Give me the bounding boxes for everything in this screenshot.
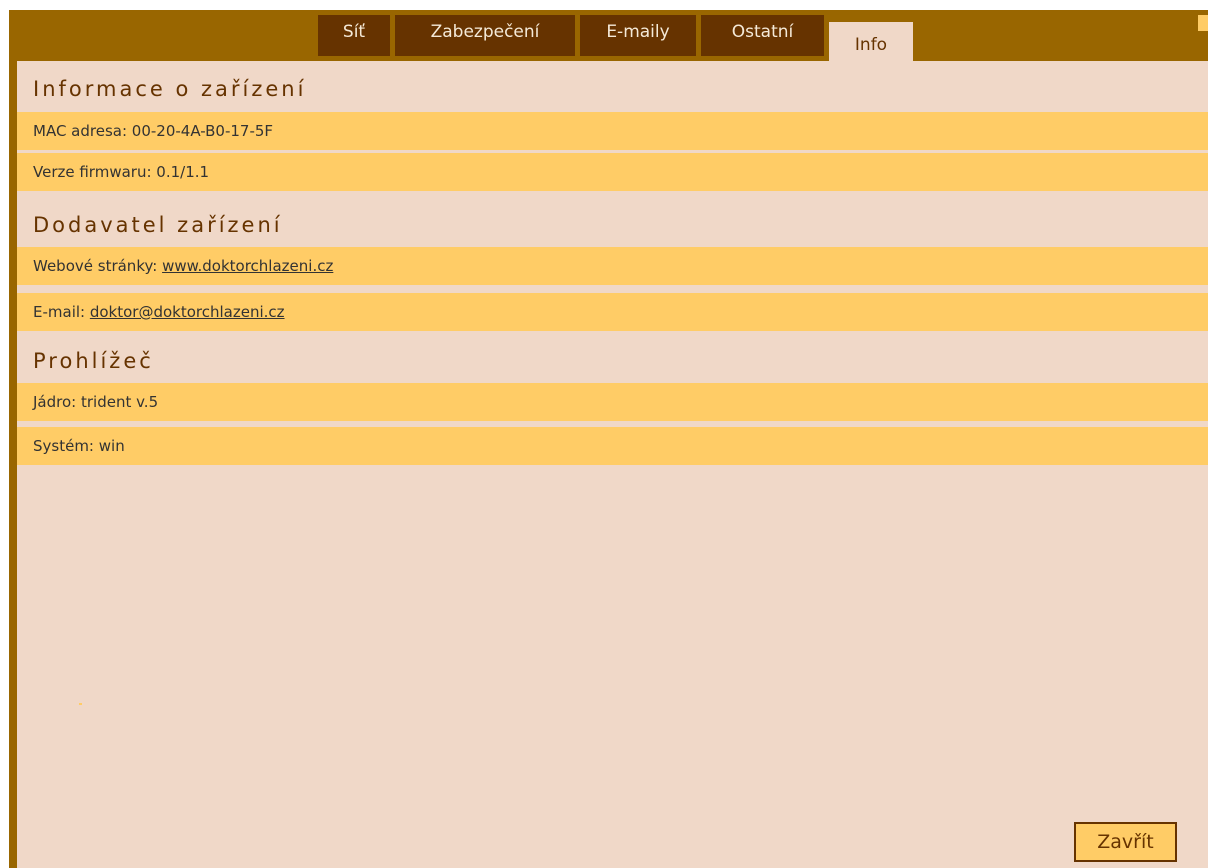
email-link[interactable]: doktor@doktorchlazeni.cz [90, 303, 285, 321]
website-row: Webové stránky: www.doktorchlazeni.cz [17, 247, 1208, 285]
engine-row: Jádro: trident v.5 [17, 383, 1208, 421]
tab-ostatni[interactable]: Ostatní [701, 15, 824, 56]
section-title-device: Informace o zařízení [33, 77, 307, 101]
email-row: E-mail: doktor@doktorchlazeni.cz [17, 293, 1208, 331]
decorative-speck [79, 703, 82, 705]
firmware-row: Verze firmwaru: 0.1/1.1 [17, 153, 1208, 191]
website-label: Webové stránky: [33, 257, 163, 275]
close-button[interactable]: Zavřít [1074, 822, 1177, 862]
tab-sit[interactable]: Síť [318, 15, 390, 56]
tab-emaily[interactable]: E-maily [580, 15, 696, 56]
info-panel: Informace o zařízení MAC adresa: 00-20-4… [17, 61, 1208, 868]
section-title-vendor: Dodavatel zařízení [33, 213, 283, 237]
email-label: E-mail: [33, 303, 90, 321]
tab-bar: Síť Zabezpečení E-maily Ostatní Info [9, 10, 1208, 71]
tab-zabezpeceni[interactable]: Zabezpečení [395, 15, 575, 56]
section-title-browser: Prohlížeč [33, 349, 154, 373]
website-link[interactable]: www.doktorchlazeni.cz [162, 257, 333, 275]
system-row: Systém: win [17, 427, 1208, 465]
mac-address-row: MAC adresa: 00-20-4A-B0-17-5F [17, 112, 1208, 150]
corner-marker [1198, 15, 1208, 31]
settings-window: Síť Zabezpečení E-maily Ostatní Info Inf… [9, 10, 1208, 868]
